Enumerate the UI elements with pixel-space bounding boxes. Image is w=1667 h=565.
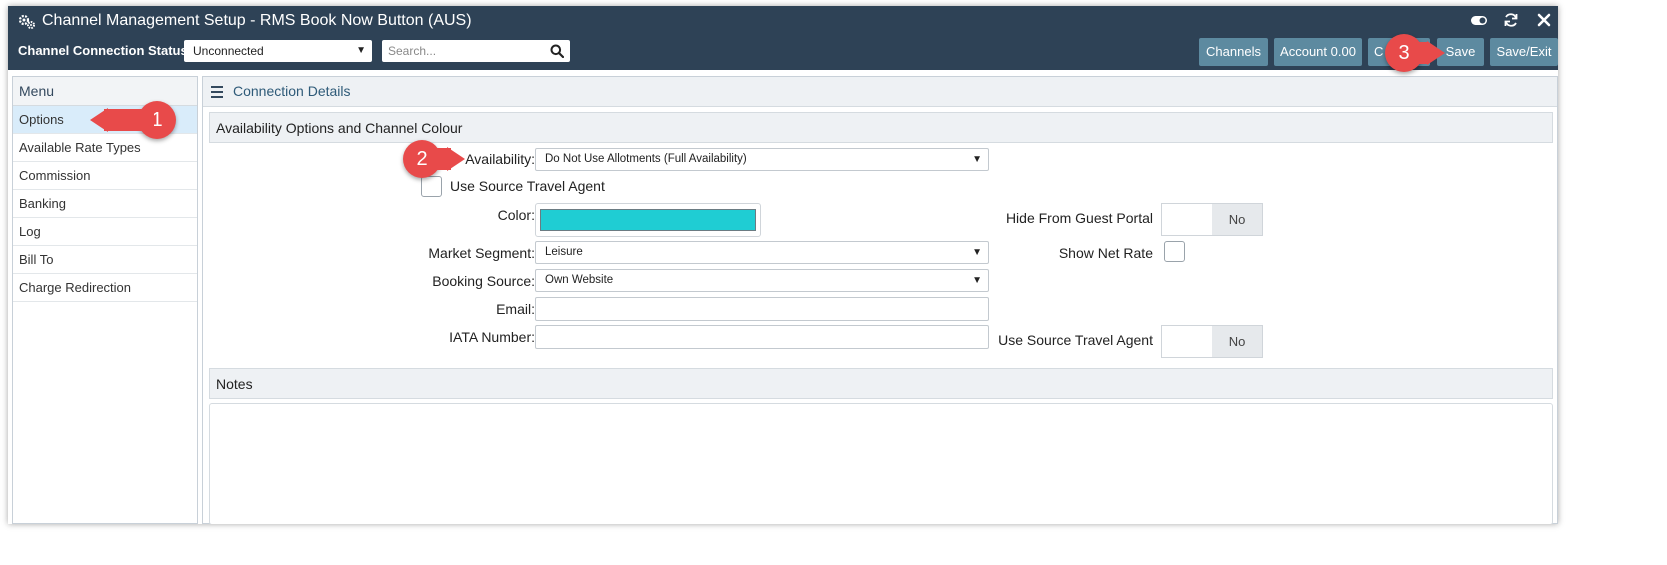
chevron-down-icon: ▼ [356,45,366,56]
menu-item-log[interactable]: Log [13,218,197,246]
connection-details-title: Connection Details [233,83,351,99]
callout-arrow-icon [447,147,465,171]
availability-label: Availability: [465,151,535,167]
use-source-travel-agent-right-label: Use Source Travel Agent [998,332,1153,348]
side-menu: Menu Options Available Rate Types Commis… [12,76,198,524]
availability-section-header: Availability Options and Channel Colour [209,112,1553,143]
booking-source-label: Booking Source: [432,273,535,289]
callout-1: 1 [90,101,176,139]
notes-section-header: Notes [209,368,1553,399]
search-icon[interactable] [550,44,564,58]
connection-details-header: Connection Details [203,77,1557,107]
hamburger-icon[interactable] [211,86,223,101]
close-icon[interactable] [1535,11,1553,29]
market-segment-value: Leisure [545,246,583,258]
use-source-travel-agent-value: No [1212,326,1262,357]
booking-source-value: Own Website [545,274,614,286]
save-exit-button[interactable]: Save/Exit [1490,38,1558,66]
menu-item-bill-to[interactable]: Bill To [13,246,197,274]
color-swatch[interactable] [540,209,756,231]
channel-status-label: Channel Connection Status: [18,43,193,58]
window-title: Channel Management Setup - RMS Book Now … [42,12,472,29]
iata-number-field[interactable] [535,325,989,349]
notes-textarea[interactable] [209,403,1553,524]
search-placeholder: Search... [388,44,437,58]
title-bar: Channel Management Setup - RMS Book Now … [8,6,1558,70]
channels-button[interactable]: Channels [1199,38,1268,66]
market-segment-label: Market Segment: [428,245,535,261]
hide-guest-portal-value: No [1212,204,1262,235]
iata-number-label: IATA Number: [449,329,535,345]
email-field[interactable] [535,297,989,321]
channel-setup-window: Channel Management Setup - RMS Book Now … [8,6,1558,524]
menu-item-banking[interactable]: Banking [13,190,197,218]
callout-arrow-icon [1427,41,1445,65]
email-label: Email: [496,301,535,317]
callout-2: 2 [403,140,465,178]
chevron-down-icon: ▼ [972,154,982,165]
chevron-down-icon: ▼ [972,275,982,286]
refresh-icon[interactable] [1502,11,1520,29]
hide-guest-portal-toggle[interactable]: No [1161,203,1263,236]
use-source-travel-agent-checkbox[interactable] [421,176,442,197]
hide-guest-portal-label: Hide From Guest Portal [1005,210,1153,226]
toggle-icon[interactable] [1470,11,1488,29]
callout-3: 3 [1385,34,1445,72]
channel-status-select[interactable]: Unconnected ▼ [184,40,372,62]
gears-icon [18,14,35,29]
show-net-rate-checkbox[interactable] [1164,241,1185,262]
search-input[interactable]: Search... [382,40,570,62]
use-source-travel-agent-label: Use Source Travel Agent [450,178,605,194]
booking-source-select[interactable]: Own Website ▼ [535,269,989,292]
market-segment-select[interactable]: Leisure ▼ [535,241,989,264]
account-button[interactable]: Account 0.00 [1274,38,1362,66]
channel-status-value: Unconnected [193,44,264,58]
menu-item-charge-redirection[interactable]: Charge Redirection [13,274,197,302]
show-net-rate-label: Show Net Rate [1058,245,1153,261]
color-label: Color: [497,207,535,223]
use-source-travel-agent-toggle[interactable]: No [1161,325,1263,358]
callout-1-bar [104,109,154,131]
chevron-down-icon: ▼ [972,247,982,258]
availability-value: Do Not Use Allotments (Full Availability… [545,153,747,165]
color-picker[interactable] [535,203,761,237]
availability-select[interactable]: Do Not Use Allotments (Full Availability… [535,148,989,171]
menu-item-commission[interactable]: Commission [13,162,197,190]
